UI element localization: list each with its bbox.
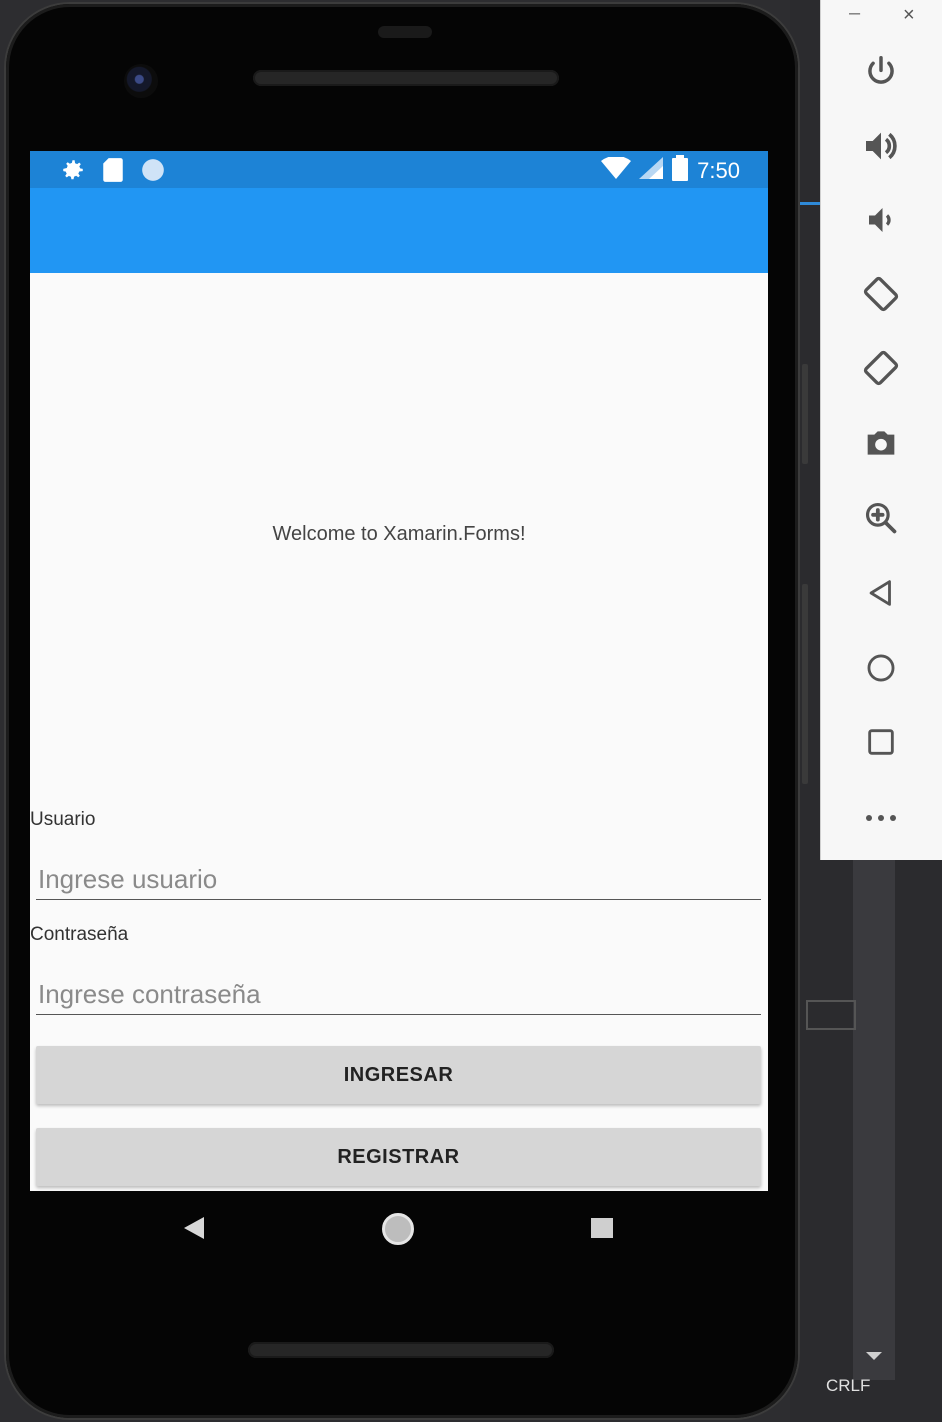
zoom-icon — [865, 502, 897, 534]
rotate-right-icon — [863, 350, 899, 386]
rotate-right-button[interactable] — [861, 348, 901, 388]
bottom-speaker — [248, 1342, 554, 1358]
sync-circle-icon — [140, 157, 166, 188]
sd-card-icon — [102, 157, 124, 188]
user-label: Usuario — [30, 809, 96, 830]
settings-gear-icon — [60, 157, 86, 188]
scroll-down-arrow-icon[interactable] — [866, 1352, 882, 1360]
user-input[interactable] — [36, 859, 763, 899]
volume-up-icon — [866, 132, 897, 160]
register-button[interactable]: REGISTRAR — [36, 1128, 761, 1186]
rotate-left-button[interactable] — [861, 274, 901, 314]
volume-down-button[interactable] — [861, 200, 901, 240]
wifi-icon — [601, 155, 632, 184]
password-label: Contraseña — [30, 924, 129, 945]
volume-down-icon — [869, 208, 891, 232]
top-speaker — [253, 70, 559, 86]
password-entry[interactable] — [36, 974, 763, 1015]
android-nav-bar — [30, 1191, 768, 1267]
power-button[interactable] — [861, 52, 901, 92]
battery-icon — [671, 155, 689, 186]
login-button[interactable]: INGRESAR — [36, 1046, 761, 1104]
phone-top-slot — [378, 26, 432, 38]
home-icon — [867, 654, 895, 682]
screenshot-button[interactable] — [861, 423, 901, 463]
back-icon — [869, 580, 891, 606]
welcome-label: Welcome to Xamarin.Forms! — [272, 523, 526, 545]
emu-home-button[interactable] — [861, 648, 901, 688]
close-button[interactable]: × — [903, 4, 915, 27]
zoom-button[interactable] — [861, 498, 901, 538]
phone-side-button — [802, 364, 808, 464]
minimize-button[interactable]: – — [849, 2, 860, 25]
device-screen: 7:50 Welcome to Xamarin.Forms! Usuario C… — [30, 151, 768, 1191]
line-ending-indicator[interactable]: CRLF — [826, 1376, 870, 1396]
volume-up-button[interactable] — [861, 126, 901, 166]
password-input[interactable] — [36, 974, 763, 1014]
nav-back-icon[interactable] — [184, 1217, 204, 1239]
rotate-left-icon — [863, 276, 899, 312]
emu-overview-button[interactable] — [861, 722, 901, 762]
emu-back-button[interactable] — [861, 573, 901, 613]
overview-icon — [868, 729, 894, 755]
phone-side-button — [802, 584, 808, 784]
ide-panel-box — [806, 1000, 856, 1030]
emulator-control-panel: – × — [820, 0, 942, 860]
camera-icon — [867, 431, 895, 455]
app-toolbar — [30, 188, 768, 273]
ide-tab-indicator — [800, 202, 820, 205]
more-icon — [866, 815, 896, 821]
signal-icon — [639, 157, 664, 184]
ide-scrollbar[interactable] — [853, 860, 895, 1380]
status-time: 7:50 — [697, 157, 740, 183]
status-bar: 7:50 — [30, 151, 768, 188]
user-entry[interactable] — [36, 859, 763, 900]
emulator-title-bar: – × — [821, 0, 942, 30]
power-icon — [868, 56, 894, 84]
front-camera — [124, 64, 158, 98]
more-button[interactable] — [861, 798, 901, 838]
nav-recents-icon[interactable] — [591, 1218, 613, 1238]
nav-home-icon[interactable] — [382, 1213, 414, 1245]
